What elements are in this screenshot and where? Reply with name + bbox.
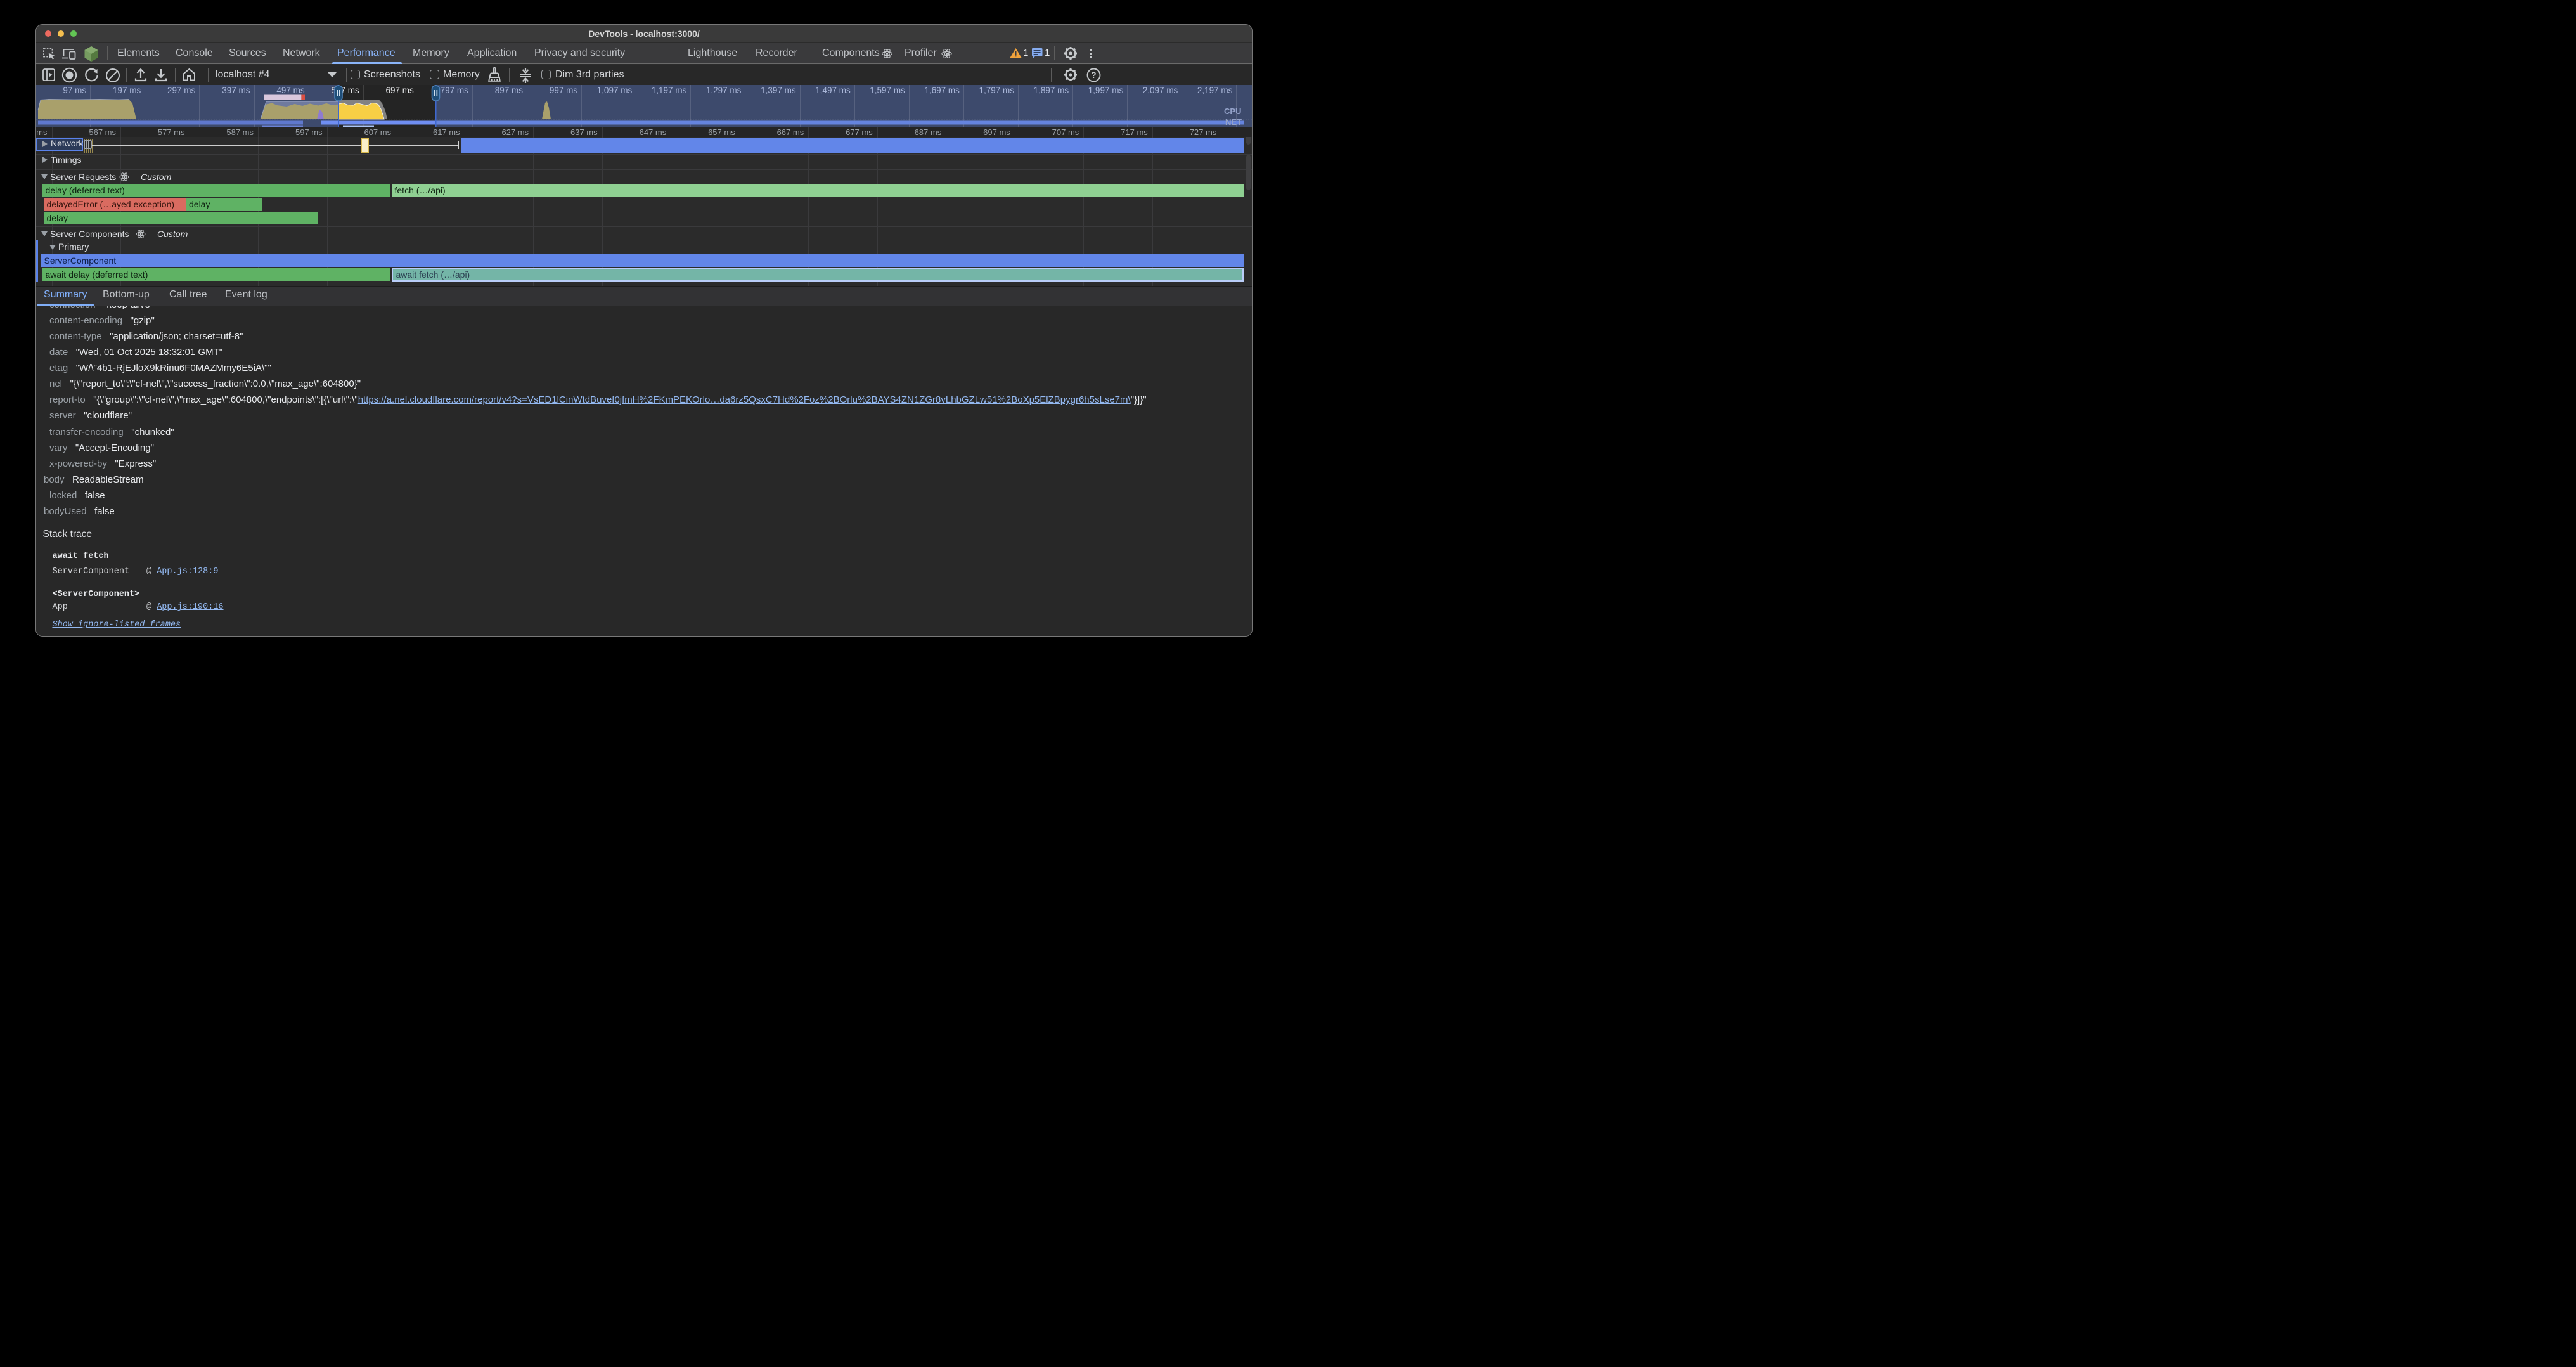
svg-text:?: ? xyxy=(1091,70,1096,80)
